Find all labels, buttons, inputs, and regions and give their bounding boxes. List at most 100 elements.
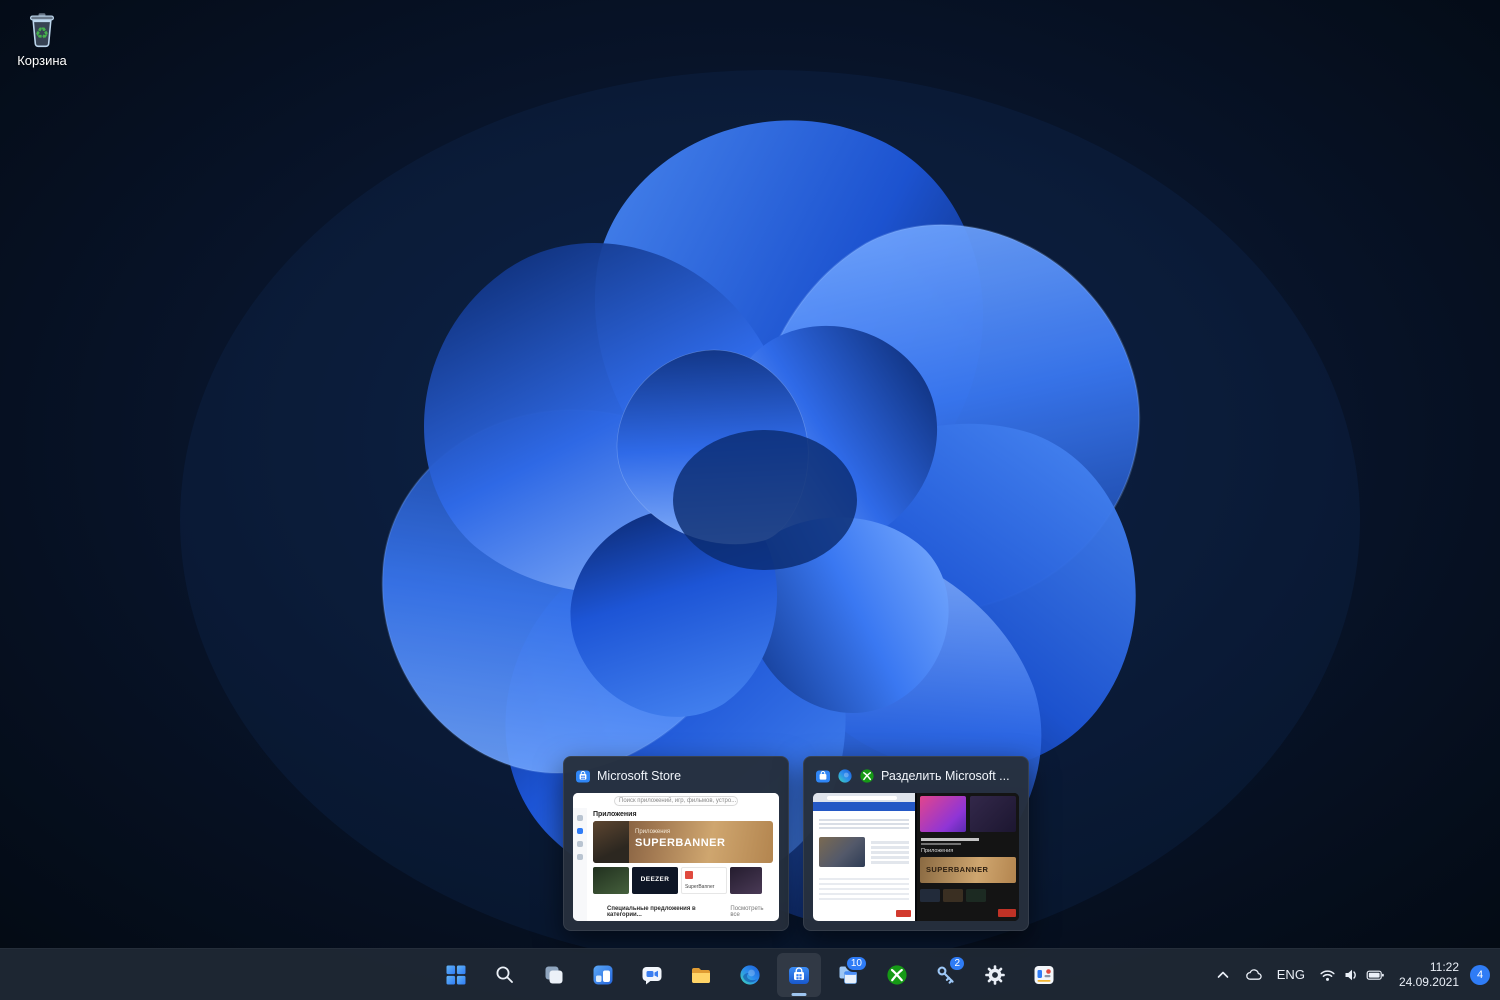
page-table [819,875,909,901]
windows-desktop: ♻ Корзина Microsoft Store Поиск приложен… [0,0,1500,1000]
page-red-button [896,910,911,917]
game-art-tile [920,796,966,832]
notification-count-badge: 10 [844,954,868,972]
recycle-bin-icon: ♻ [21,8,63,50]
page-text-lines [871,839,909,865]
xbox-button[interactable] [875,953,919,997]
edge-button[interactable] [728,953,772,997]
task-view-button[interactable] [532,953,576,997]
chat-camera-icon [640,963,664,987]
battery-icon [1366,970,1384,980]
store-thumb-topbar: Поиск приложений, игр, фильмов, устро... [573,793,779,808]
small-tile [920,889,940,902]
store-thumb-banner: Приложения SUPERBANNER [593,821,773,863]
preview-card-store-header: Microsoft Store [575,766,777,786]
clock[interactable]: 11:22 24.09.2021 [1392,955,1466,995]
widgets-icon [591,963,615,987]
taskbar: 10 2 ENG 11:22 24.09.2021 4 [0,948,1500,1000]
notification-center-badge[interactable]: 4 [1470,964,1490,985]
store-icon [787,963,811,987]
system-tray: ENG 11:22 24.09.2021 4 [1208,949,1496,1000]
wifi-icon [1320,969,1335,981]
settings-button[interactable] [973,953,1017,997]
preview-card-snap-header: Разделить Microsoft ... [815,766,1017,786]
onedrive-button[interactable] [1238,955,1270,995]
svg-text:♻: ♻ [35,23,49,42]
preview-title: Microsoft Store [597,769,682,783]
app-tile-superbanner: SuperBanner [681,867,727,894]
language-indicator[interactable]: ENG [1270,955,1312,995]
snap-edge-window [813,793,915,921]
banner-photo [593,821,629,863]
app-tile-deezer: DEEZER [632,867,678,894]
page-header-band [813,802,915,811]
store-thumb-body: Приложения Приложения SUPERBANNER DEEZER [587,808,779,921]
snap-xbox-window: Приложения SUPERBANNER [917,793,1019,921]
promo-banner-label: SUPERBANNER [926,865,989,875]
text-line [921,843,961,845]
widgets-button[interactable] [581,953,625,997]
red-action-button [998,909,1016,917]
section-heading: Приложения [921,848,954,854]
footer-text: Специальные предложения в категории... [607,906,696,918]
preview-card-store[interactable]: Microsoft Store Поиск приложений, игр, ф… [563,756,789,931]
store-icon [816,770,830,783]
store-thumb-nav-rail [573,808,587,921]
edge-icon [838,769,852,783]
superbanner-label: SuperBanner [685,884,715,890]
recycle-bin[interactable]: ♻ Корзина [8,8,76,68]
chat-button[interactable] [630,953,674,997]
see-all-link: Посмотреть все [730,906,764,918]
microsoft-store-button[interactable] [777,952,821,997]
small-tile [943,889,963,902]
store-window-thumbnail[interactable]: Поиск приложений, игр, фильмов, устро...… [573,793,779,921]
game-art-tile [970,796,1016,832]
promo-banner: SUPERBANNER [920,857,1016,883]
preview-title: Разделить Microsoft ... [881,769,1010,783]
xbox-icon [860,769,874,783]
app-tile [593,867,629,894]
start-button[interactable] [434,953,478,997]
preview-card-snap-group[interactable]: Разделить Microsoft ... Приложения SUPER… [803,756,1029,931]
network-volume-battery-button[interactable] [1312,955,1392,995]
tray-overflow-button[interactable] [1208,955,1238,995]
colorful-panel-icon [1032,963,1056,987]
pinned-app-utility-button[interactable] [1022,953,1066,997]
xbox-icon [885,963,909,987]
address-bar [827,795,897,800]
app-tile [730,867,762,894]
search-icon [493,963,517,987]
snap-group-thumbnail[interactable]: Приложения SUPERBANNER [813,793,1019,921]
recycle-bin-label: Корзина [17,53,67,68]
folder-icon [689,963,713,987]
chevron-up-icon [1217,971,1229,978]
language-label: ENG [1276,967,1305,982]
taskbar-center-group: 10 2 [434,949,1066,1000]
pinned-app-key-button[interactable]: 2 [924,953,968,997]
gear-icon [983,963,1007,987]
search-button[interactable] [483,953,527,997]
speaker-icon [1345,969,1356,980]
taskbar-preview-flyout: Microsoft Store Поиск приложений, игр, ф… [563,756,1029,931]
tray-time: 11:22 [1429,959,1459,974]
file-explorer-button[interactable] [679,953,723,997]
small-tile [966,889,986,902]
tile-logo [685,871,693,879]
page-photo [819,837,865,867]
tray-date: 24.09.2021 [1398,974,1459,989]
edge-icon [738,963,762,987]
movies-icon [577,854,583,860]
browser-toolbar [813,793,915,802]
store-thumb-footer: Специальные предложения в категории... П… [607,906,774,918]
windows-logo-icon [444,963,468,987]
text-line [921,838,979,841]
games-icon [577,841,583,847]
home-icon [577,815,583,821]
pinned-app-windows-button[interactable]: 10 [826,953,870,997]
notification-count-badge: 2 [948,954,966,972]
store-thumb-searchbox: Поиск приложений, игр, фильмов, устро... [614,795,738,806]
store-thumb-heading: Приложения [593,811,637,818]
store-thumb-tiles: DEEZER SuperBanner [593,867,773,894]
page-text-lines [819,817,909,831]
banner-subtitle: Приложения [635,829,671,835]
